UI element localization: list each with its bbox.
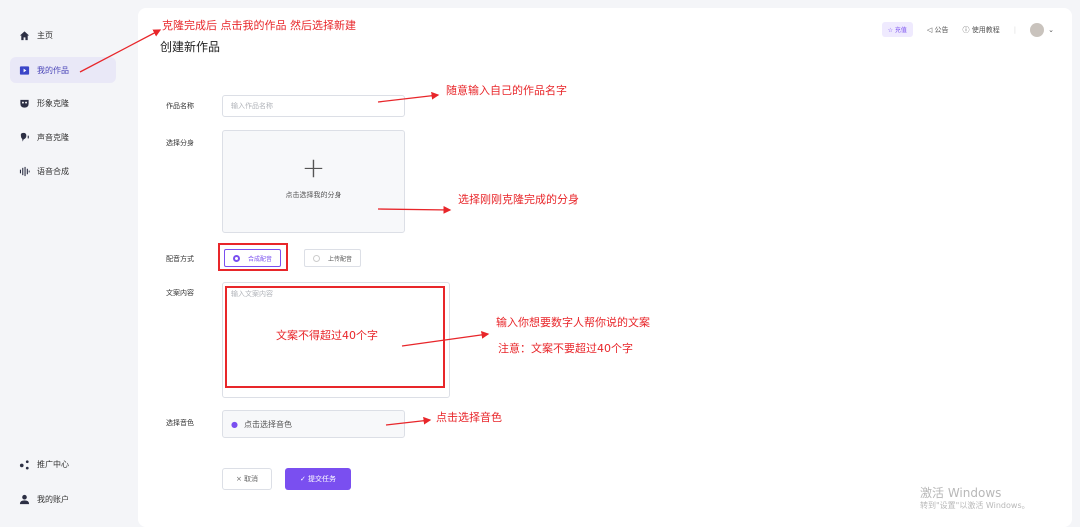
annotation-text-limit: 文案不得超过40个字 [276,329,378,342]
sidebar-item-label: 我的账户 [37,494,69,504]
voice-icon [18,131,30,143]
sidebar-item-label: 语音合成 [37,166,69,176]
voice-select-text: 点击选择音色 [243,419,292,429]
annotation-voice: 点击选择音色 [436,411,502,424]
annotation-avatar: 选择刚刚克隆完成的分身 [458,193,579,206]
recharge-button[interactable]: ☆ 充值 [881,22,913,37]
chevron-down-icon: ⌄ [1048,25,1054,34]
dub-option-upload-label: 上传配音 [328,255,353,263]
sidebar-item-avatar-clone[interactable]: 形象克隆 [10,90,116,116]
sidebar: 主页 我的作品 形象克隆 声音克隆 语音合成 推广中心 我的账户 [0,0,126,527]
avatar-label: 选择分身 [166,139,194,147]
sidebar-item-home[interactable]: 主页 [10,22,116,48]
name-label: 作品名称 [166,102,194,110]
avatar-select-text: 点击选择我的分身 [285,191,342,199]
annotation-box-dub [218,243,288,271]
cancel-button[interactable]: × 取消 [222,468,272,490]
windows-watermark-subtitle: 转到"设置"以激活 Windows。 [920,501,1030,510]
tutorial-label: 使用教程 [971,25,1000,34]
page-title: 创建新作品 [160,40,221,54]
annotation-text-note: 注意：文案不要超过40个字 [498,342,633,355]
work-name-placeholder: 输入作品名称 [231,102,273,110]
sidebar-item-my-works[interactable]: 我的作品 [10,57,116,83]
sidebar-item-label: 主页 [37,30,53,40]
sidebar-item-account[interactable]: 我的账户 [10,486,116,512]
user-icon [18,493,30,505]
sidebar-item-label: 推广中心 [37,459,69,469]
announcement-link[interactable]: ◁ 公告 [927,25,949,35]
windows-watermark-title: 激活 Windows [920,486,1002,500]
sidebar-item-speech-synthesis[interactable]: 语音合成 [10,158,116,184]
divider: | [1013,25,1017,34]
waveform-icon [18,165,30,177]
radio-icon [313,254,320,262]
tutorial-link[interactable]: ⓘ 使用教程 [963,25,1000,35]
avatar-select-box[interactable]: + 点击选择我的分身 [222,130,405,233]
sidebar-item-label: 我的作品 [37,65,69,75]
annotation-name: 随意输入自己的作品名字 [446,84,567,97]
dub-label: 配音方式 [166,255,194,263]
user-menu[interactable]: ⌄ [1030,22,1054,37]
home-icon [18,29,30,41]
announcement-label: 公告 [934,25,949,34]
sidebar-item-promotion[interactable]: 推广中心 [10,451,116,477]
recharge-label: 充值 [894,27,907,34]
content-label: 文案内容 [166,289,194,297]
play-icon [18,64,30,76]
mask-icon [18,97,30,109]
submit-button[interactable]: ✓ 提交任务 [285,468,351,490]
sidebar-item-voice-clone[interactable]: 声音克隆 [10,124,116,150]
voice-select-box[interactable]: ● 点击选择音色 [222,410,405,438]
plus-icon: + [301,151,326,184]
voice-icon: ● [231,419,238,429]
share-icon [18,458,30,470]
voice-label: 选择音色 [166,419,194,427]
sidebar-item-label: 声音克隆 [37,132,69,142]
dub-option-upload[interactable]: 上传配音 [304,249,362,267]
annotation-step1: 克隆完成后 点击我的作品 然后选择新建 [162,19,356,32]
header-right: ☆ 充值 ◁ 公告 ⓘ 使用教程 | ⌄ [881,22,1054,37]
sidebar-item-label: 形象克隆 [37,98,69,108]
avatar [1030,22,1045,37]
work-name-input[interactable]: 输入作品名称 [222,95,405,117]
annotation-text-input: 输入你想要数字人帮你说的文案 [496,316,650,329]
